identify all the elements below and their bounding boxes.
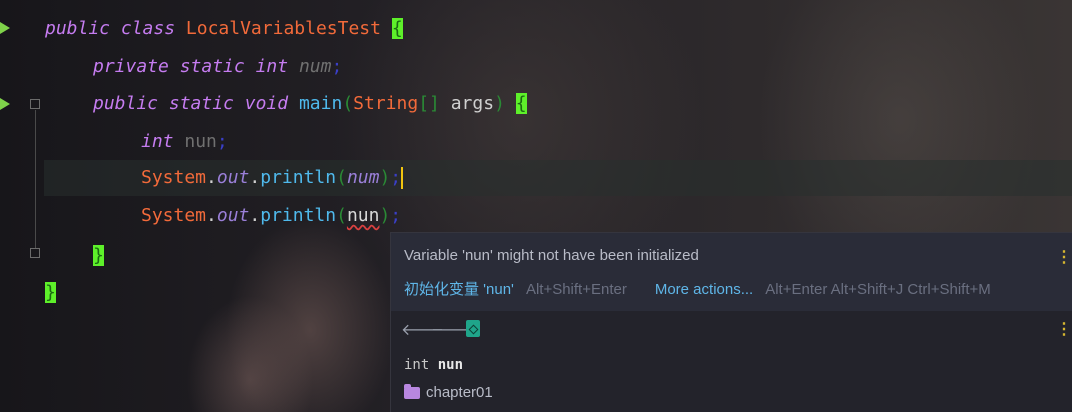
run-arrow-icon[interactable] xyxy=(0,22,10,34)
java-file-icon[interactable] xyxy=(466,320,480,337)
more-actions-shortcut: Alt+Enter Alt+Shift+J Ctrl+Shift+M xyxy=(765,281,991,298)
package-location[interactable]: chapter01 xyxy=(404,383,493,401)
matched-brace: { xyxy=(515,93,527,114)
static-field: out xyxy=(216,205,250,226)
method-call: println xyxy=(260,167,337,188)
decl-type: int xyxy=(404,357,430,373)
error-argument[interactable]: nun xyxy=(347,205,380,226)
keyword: static xyxy=(168,93,234,114)
semicolon: ; xyxy=(390,205,402,226)
inspection-message: Variable 'nun' might not have been initi… xyxy=(404,247,699,264)
class-name: System xyxy=(141,205,207,226)
local-variable: nun xyxy=(184,131,217,152)
paren: ) xyxy=(494,93,505,114)
fold-toggle-icon[interactable] xyxy=(30,99,40,109)
code-line-1[interactable]: public class LocalVariablesTest { xyxy=(45,11,403,47)
decl-name: nun xyxy=(437,357,464,373)
quick-fix-shortcut: Alt+Shift+Enter xyxy=(525,281,627,298)
keyword: int xyxy=(255,56,289,77)
keyword: public xyxy=(93,93,159,114)
inspection-popup: Variable 'nun' might not have been initi… xyxy=(391,233,1072,412)
argument: num xyxy=(346,167,380,188)
class-name: System xyxy=(141,167,207,188)
more-vertical-icon[interactable]: ⋮ xyxy=(1056,319,1072,339)
matched-brace: { xyxy=(391,18,403,39)
method-name: main xyxy=(298,93,343,114)
code-line-2[interactable]: private static int num; xyxy=(93,49,342,85)
keyword: void xyxy=(244,93,289,114)
paren: ( xyxy=(336,205,347,226)
dot: . xyxy=(206,167,217,188)
dot: . xyxy=(206,205,217,226)
param-name: args xyxy=(450,93,495,114)
dot: . xyxy=(249,167,261,188)
code-line-4[interactable]: int nun; xyxy=(141,124,228,160)
matched-brace: } xyxy=(93,245,104,266)
semicolon: ; xyxy=(331,56,343,77)
quick-fix-link[interactable]: 初始化变量 'nun' xyxy=(404,281,514,298)
paren: ) xyxy=(379,167,391,188)
array-brackets: [] xyxy=(418,93,440,114)
field-name: num xyxy=(298,56,332,77)
code-line-8[interactable]: } xyxy=(45,275,56,311)
dot: . xyxy=(249,205,261,226)
text-caret xyxy=(401,167,404,189)
fold-end-icon[interactable] xyxy=(30,248,40,258)
keyword: class xyxy=(120,18,176,39)
package-name: chapter01 xyxy=(426,384,493,401)
run-arrow-icon[interactable] xyxy=(0,98,10,110)
code-line-7[interactable]: } xyxy=(93,238,104,274)
keyword: static xyxy=(179,56,245,77)
declaration-signature: int nun xyxy=(404,357,463,373)
matched-brace: } xyxy=(45,282,56,303)
keyword: int xyxy=(141,131,174,152)
package-folder-icon xyxy=(404,383,420,399)
semicolon: ; xyxy=(390,167,402,188)
semicolon: ; xyxy=(216,131,228,152)
code-line-5[interactable]: System.out.println(num); xyxy=(141,160,404,196)
popup-header: Variable 'nun' might not have been initi… xyxy=(391,233,1072,311)
paren: ( xyxy=(336,167,347,188)
static-field: out xyxy=(216,167,250,188)
paren: ( xyxy=(342,93,354,114)
more-vertical-icon[interactable]: ⋮ xyxy=(1056,247,1072,267)
method-call: println xyxy=(260,205,337,226)
quick-fix-row: 初始化变量 'nun' Alt+Shift+Enter More actions..… xyxy=(404,278,991,299)
code-line-6[interactable]: System.out.println(nun); xyxy=(141,198,401,234)
param-type: String xyxy=(353,93,419,114)
editor-gutter xyxy=(0,0,44,412)
keyword: private xyxy=(93,56,169,77)
paren: ) xyxy=(379,205,391,226)
code-line-3[interactable]: public static void main(String[] args) { xyxy=(93,86,527,122)
more-actions-link[interactable]: More actions... xyxy=(655,281,753,298)
keyword: public xyxy=(45,18,111,39)
fold-guide xyxy=(35,110,36,248)
class-name: LocalVariablesTest xyxy=(185,18,381,39)
